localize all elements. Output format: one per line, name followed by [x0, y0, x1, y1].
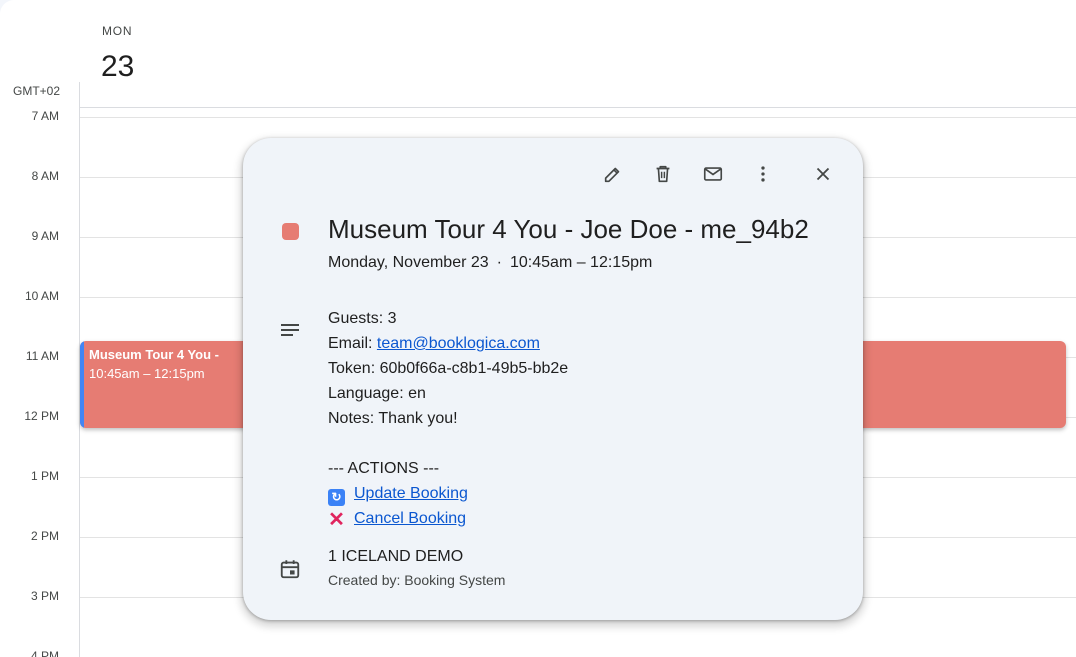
- cancel-booking-link[interactable]: Cancel Booking: [354, 510, 466, 527]
- event-description: Guests: 3 Email: team@booklogica.com Tok…: [328, 306, 568, 531]
- hour-label: 1 PM: [30, 469, 59, 483]
- edit-event-button[interactable]: [599, 160, 627, 188]
- delete-event-button[interactable]: [649, 160, 677, 188]
- hour-label: 12 PM: [24, 409, 59, 423]
- actions-header: --- ACTIONS ---: [328, 460, 440, 477]
- event-date: Monday, November 23: [328, 254, 489, 271]
- hour-label: 7 AM: [31, 109, 59, 123]
- notes-line: Notes: Thank you!: [328, 410, 458, 427]
- language-line: Language: en: [328, 385, 426, 402]
- email-line: Email: team@booklogica.com: [328, 331, 568, 356]
- delete-icon: [656, 165, 670, 183]
- day-name: MON: [102, 24, 133, 38]
- event-accent-strip: [80, 341, 84, 428]
- guests-line: Guests: 3: [328, 310, 397, 327]
- email-icon: [703, 167, 723, 181]
- update-booking-line: ↻ Update Booking: [328, 481, 568, 506]
- event-title-heading: Museum Tour 4 You - Joe Doe - me_94b2: [328, 214, 809, 244]
- event-time: 10:45am – 12:15pm: [89, 366, 205, 381]
- cancel-booking-line: ✕ Cancel Booking: [328, 506, 568, 531]
- hour-label: 4 PM: [30, 649, 59, 657]
- created-by: Created by: Booking System: [328, 572, 506, 588]
- separator-dot: ·: [496, 254, 502, 271]
- calendar-icon: [280, 560, 300, 579]
- event-details-popup: Museum Tour 4 You - Joe Doe - me_94b2 Mo…: [243, 138, 863, 620]
- day-number[interactable]: 23: [101, 50, 134, 84]
- email-link[interactable]: team@booklogica.com: [377, 335, 540, 352]
- event-datetime: Monday, November 23 · 10:45am – 12:15pm: [328, 254, 652, 272]
- hour-label: 3 PM: [30, 589, 59, 603]
- event-title: Museum Tour 4 You -: [89, 347, 220, 362]
- description-icon: [281, 324, 299, 336]
- email-guests-button[interactable]: [699, 160, 727, 188]
- close-button[interactable]: [809, 160, 837, 188]
- hour-label: 9 AM: [31, 229, 59, 243]
- refresh-icon: ↻: [328, 489, 345, 506]
- hour-label: 2 PM: [30, 529, 59, 543]
- token-line: Token: 60b0f66a-c8b1-49b5-bb2e: [328, 360, 569, 377]
- event-time-range: 10:45am – 12:15pm: [510, 254, 653, 271]
- email-label: Email:: [328, 335, 377, 352]
- hour-label: 8 AM: [31, 169, 59, 183]
- hour-label: 10 AM: [24, 289, 59, 303]
- calendar-name: 1 ICELAND DEMO: [328, 548, 464, 565]
- header-divider: [80, 107, 1076, 108]
- close-icon: [816, 167, 830, 181]
- event-color-swatch: [282, 223, 299, 240]
- cross-mark-icon: ✕: [328, 509, 345, 531]
- hour-label: 11 AM: [25, 349, 59, 363]
- edit-icon: [604, 167, 620, 183]
- update-booking-link[interactable]: Update Booking: [354, 485, 468, 502]
- more-options-button[interactable]: [749, 160, 777, 188]
- timezone-label: GMT+02: [13, 84, 61, 98]
- more-options-icon: [761, 166, 765, 182]
- hour-row: 7 AM: [0, 109, 1076, 123]
